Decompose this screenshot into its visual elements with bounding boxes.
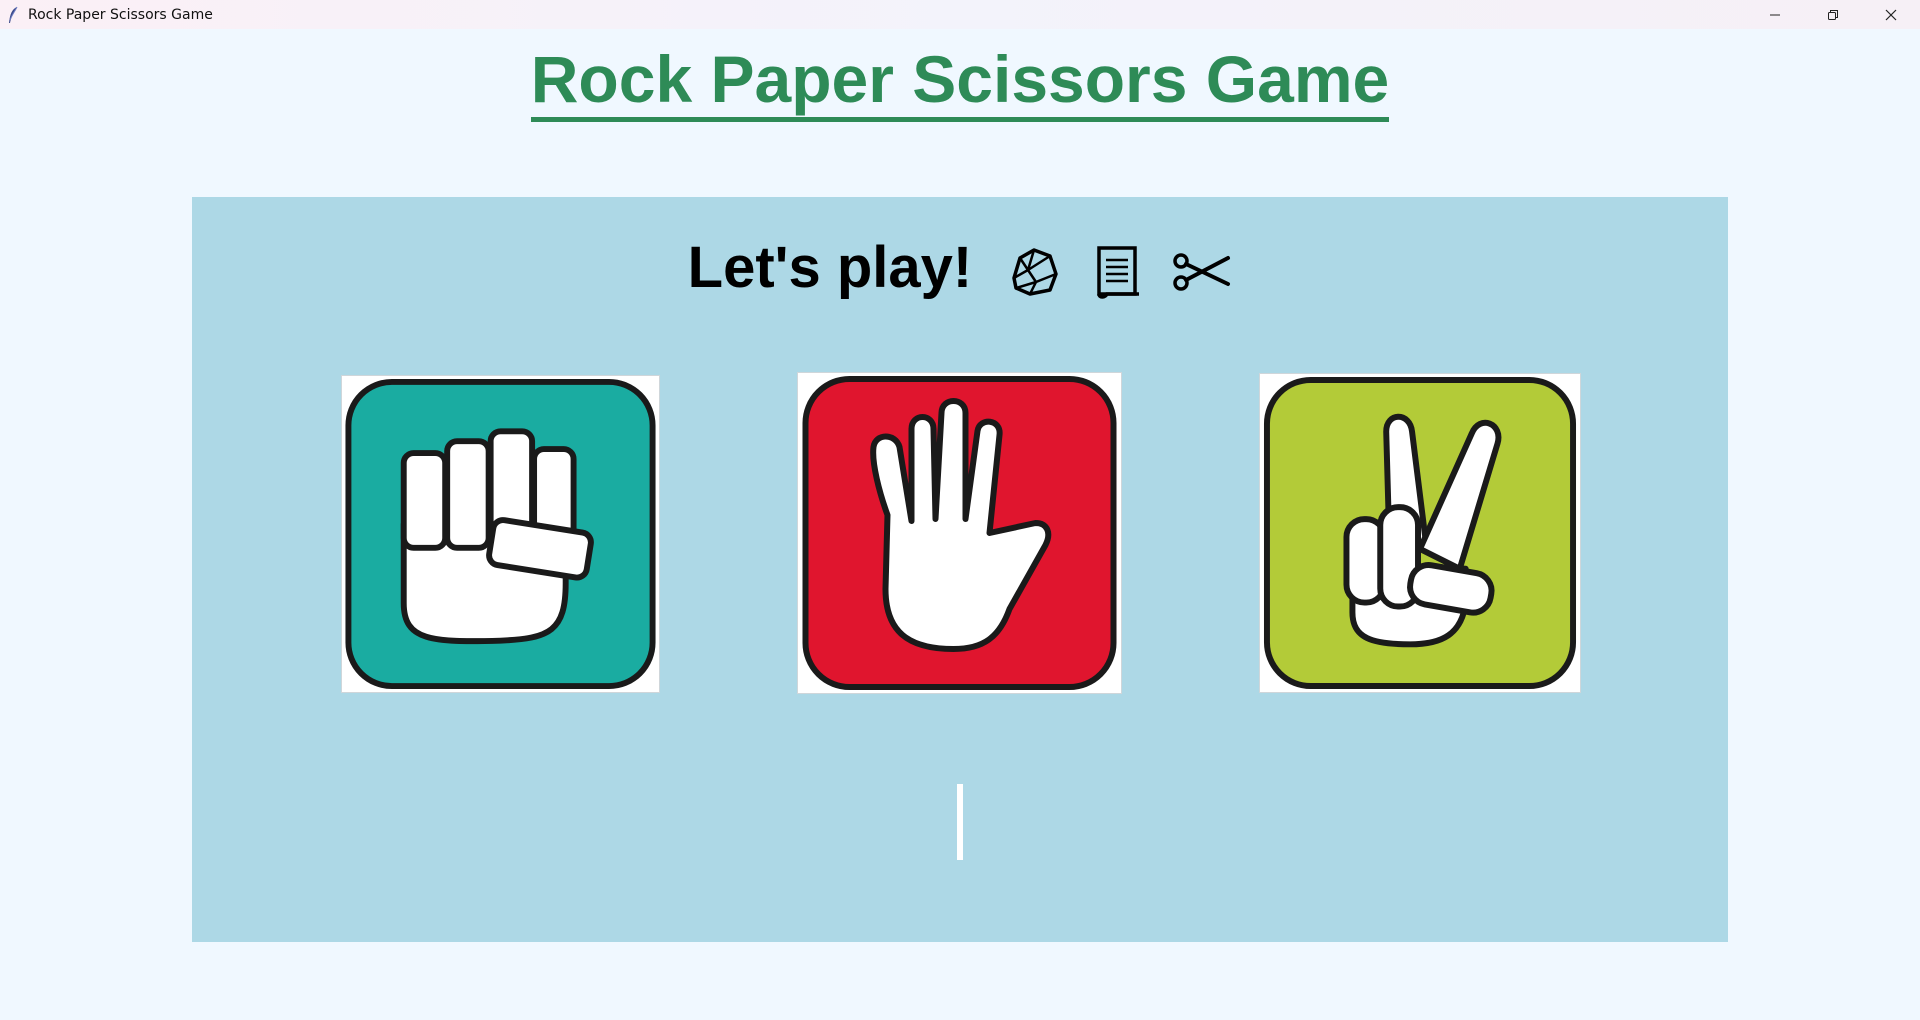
result-cursor xyxy=(957,784,963,860)
feather-icon xyxy=(6,6,20,24)
paper-button[interactable] xyxy=(797,372,1122,694)
play-prompt: Let's play! xyxy=(192,233,1728,303)
title-bar: Rock Paper Scissors Game xyxy=(0,0,1920,29)
rock-button[interactable] xyxy=(341,375,660,693)
window-controls xyxy=(1746,0,1920,29)
scissors-icon xyxy=(1172,242,1232,302)
play-prompt-text: Let's play! xyxy=(687,235,973,300)
page-title: Rock Paper Scissors Game xyxy=(0,34,1920,124)
minimize-button[interactable] xyxy=(1746,0,1804,29)
close-icon xyxy=(1885,9,1897,20)
scroll-icon xyxy=(1088,242,1148,302)
restore-icon xyxy=(1828,9,1838,20)
peace-hand-icon xyxy=(1263,376,1577,690)
window-title: Rock Paper Scissors Game xyxy=(28,6,213,23)
game-panel: Let's play! xyxy=(192,197,1728,942)
minimize-icon xyxy=(1770,14,1780,15)
rock-icon xyxy=(1004,242,1064,302)
restore-button[interactable] xyxy=(1804,0,1862,29)
prompt-icons xyxy=(1004,242,1232,302)
open-hand-icon xyxy=(802,376,1117,690)
fist-hand-icon xyxy=(345,378,656,690)
app-window: Rock Paper Scissors Game Rock Paper Scis… xyxy=(0,0,1920,1020)
page-title-text: Rock Paper Scissors Game xyxy=(530,41,1390,122)
close-button[interactable] xyxy=(1862,0,1920,29)
scissors-button[interactable] xyxy=(1259,373,1581,693)
